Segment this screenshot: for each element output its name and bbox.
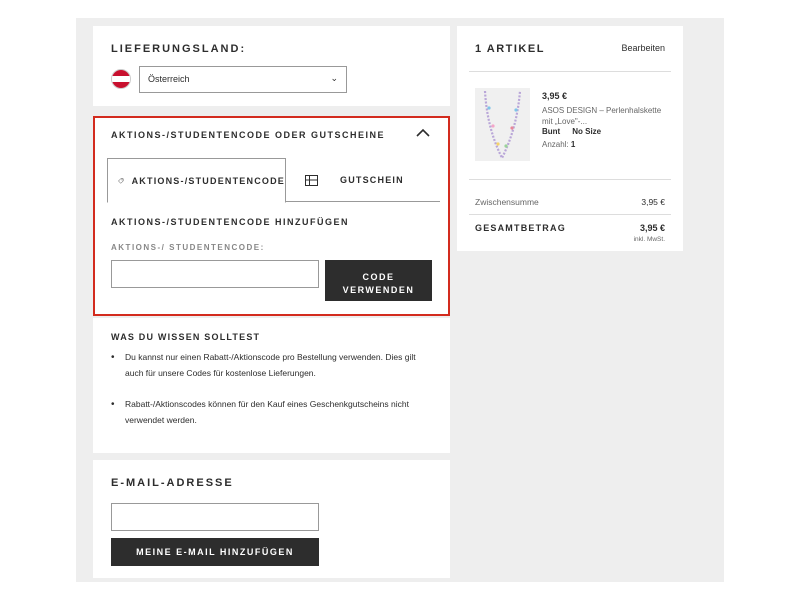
info-section: WAS DU WISSEN SOLLTEST Du kannst nur ein… bbox=[93, 318, 450, 453]
email-field[interactable] bbox=[111, 503, 319, 531]
promo-code-section: AKTIONS-/STUDENTENCODE ODER GUTSCHEINE A… bbox=[93, 116, 450, 316]
tab-promo-code-label: AKTIONS-/STUDENTENCODE bbox=[131, 175, 285, 186]
add-email-button[interactable]: MEINE E-MAIL HINZUFÜGEN bbox=[111, 538, 319, 566]
promo-section-header: AKTIONS-/STUDENTENCODE ODER GUTSCHEINE bbox=[111, 130, 386, 140]
product-color: Bunt bbox=[542, 127, 561, 136]
tab-promo-code[interactable]: AKTIONS-/STUDENTENCODE bbox=[107, 158, 286, 203]
total-label: GESAMTBETRAG bbox=[475, 223, 566, 233]
promo-code-field-label: AKTIONS-/ STUDENTENCODE: bbox=[111, 243, 265, 252]
total-value: 3,95 € bbox=[639, 223, 665, 233]
email-title: E-MAIL-ADRESSE bbox=[111, 477, 234, 489]
email-section: E-MAIL-ADRESSE MEINE E-MAIL HINZUFÜGEN bbox=[93, 460, 450, 578]
country-select[interactable]: Österreich ⌄ bbox=[139, 66, 347, 93]
cart-summary: 1 ARTIKEL Bearbeiten 3,95 € ASOS DESIGN … bbox=[457, 26, 683, 251]
chevron-up-icon[interactable] bbox=[416, 126, 430, 140]
info-title: WAS DU WISSEN SOLLTEST bbox=[111, 332, 261, 342]
product-quantity: Anzahl: 1 bbox=[542, 140, 575, 149]
tab-voucher-label: GUTSCHEIN bbox=[340, 175, 404, 185]
divider bbox=[469, 71, 671, 72]
quantity-value: 1 bbox=[570, 140, 576, 149]
delivery-country-title: LIEFERUNGSLAND: bbox=[111, 43, 247, 55]
apply-code-label-line1: CODE bbox=[362, 272, 395, 282]
tab-voucher[interactable]: GUTSCHEIN bbox=[293, 158, 440, 202]
product-price: 3,95 € bbox=[542, 91, 568, 101]
product-thumbnail bbox=[475, 88, 530, 161]
product-size: No Size bbox=[572, 127, 602, 136]
subtotal-value: 3,95 € bbox=[641, 197, 665, 207]
info-list: Du kannst nur einen Rabatt-/Aktionscode … bbox=[111, 350, 421, 444]
vat-note: inkl. MwSt. bbox=[633, 236, 665, 243]
add-code-title: AKTIONS-/STUDENTENCODE HINZUFÜGEN bbox=[111, 217, 349, 227]
quantity-label: Anzahl: bbox=[542, 140, 569, 149]
promo-tabs: AKTIONS-/STUDENTENCODE GUTSCHEIN bbox=[107, 158, 440, 203]
edit-cart-link[interactable]: Bearbeiten bbox=[621, 43, 665, 53]
promo-code-input[interactable] bbox=[111, 260, 319, 288]
subtotal-label: Zwischensumme bbox=[475, 197, 539, 207]
tag-icon bbox=[118, 177, 124, 184]
list-item: Du kannst nur einen Rabatt-/Aktionscode … bbox=[111, 350, 421, 381]
product-name[interactable]: ASOS DESIGN – Perlenhalskette mit „Love"… bbox=[542, 105, 667, 127]
austria-flag-icon bbox=[111, 69, 131, 89]
divider bbox=[469, 179, 671, 180]
cart-item-count: 1 ARTIKEL bbox=[475, 43, 545, 55]
divider bbox=[469, 214, 671, 215]
subtotal-row: Zwischensumme 3,95 € bbox=[475, 197, 665, 207]
apply-code-button[interactable]: CODE VERWENDEN bbox=[325, 260, 432, 301]
chevron-down-icon: ⌄ bbox=[330, 73, 338, 83]
country-select-value: Österreich bbox=[148, 74, 190, 84]
total-row: GESAMTBETRAG 3,95 € bbox=[475, 223, 665, 233]
apply-code-label-line2: VERWENDEN bbox=[342, 285, 415, 295]
product-attributes: Bunt No Size bbox=[542, 127, 601, 136]
list-item: Rabatt-/Aktionscodes können für den Kauf… bbox=[111, 397, 421, 428]
gift-card-icon bbox=[305, 174, 318, 186]
delivery-country-section: LIEFERUNGSLAND: Österreich ⌄ bbox=[93, 26, 450, 106]
